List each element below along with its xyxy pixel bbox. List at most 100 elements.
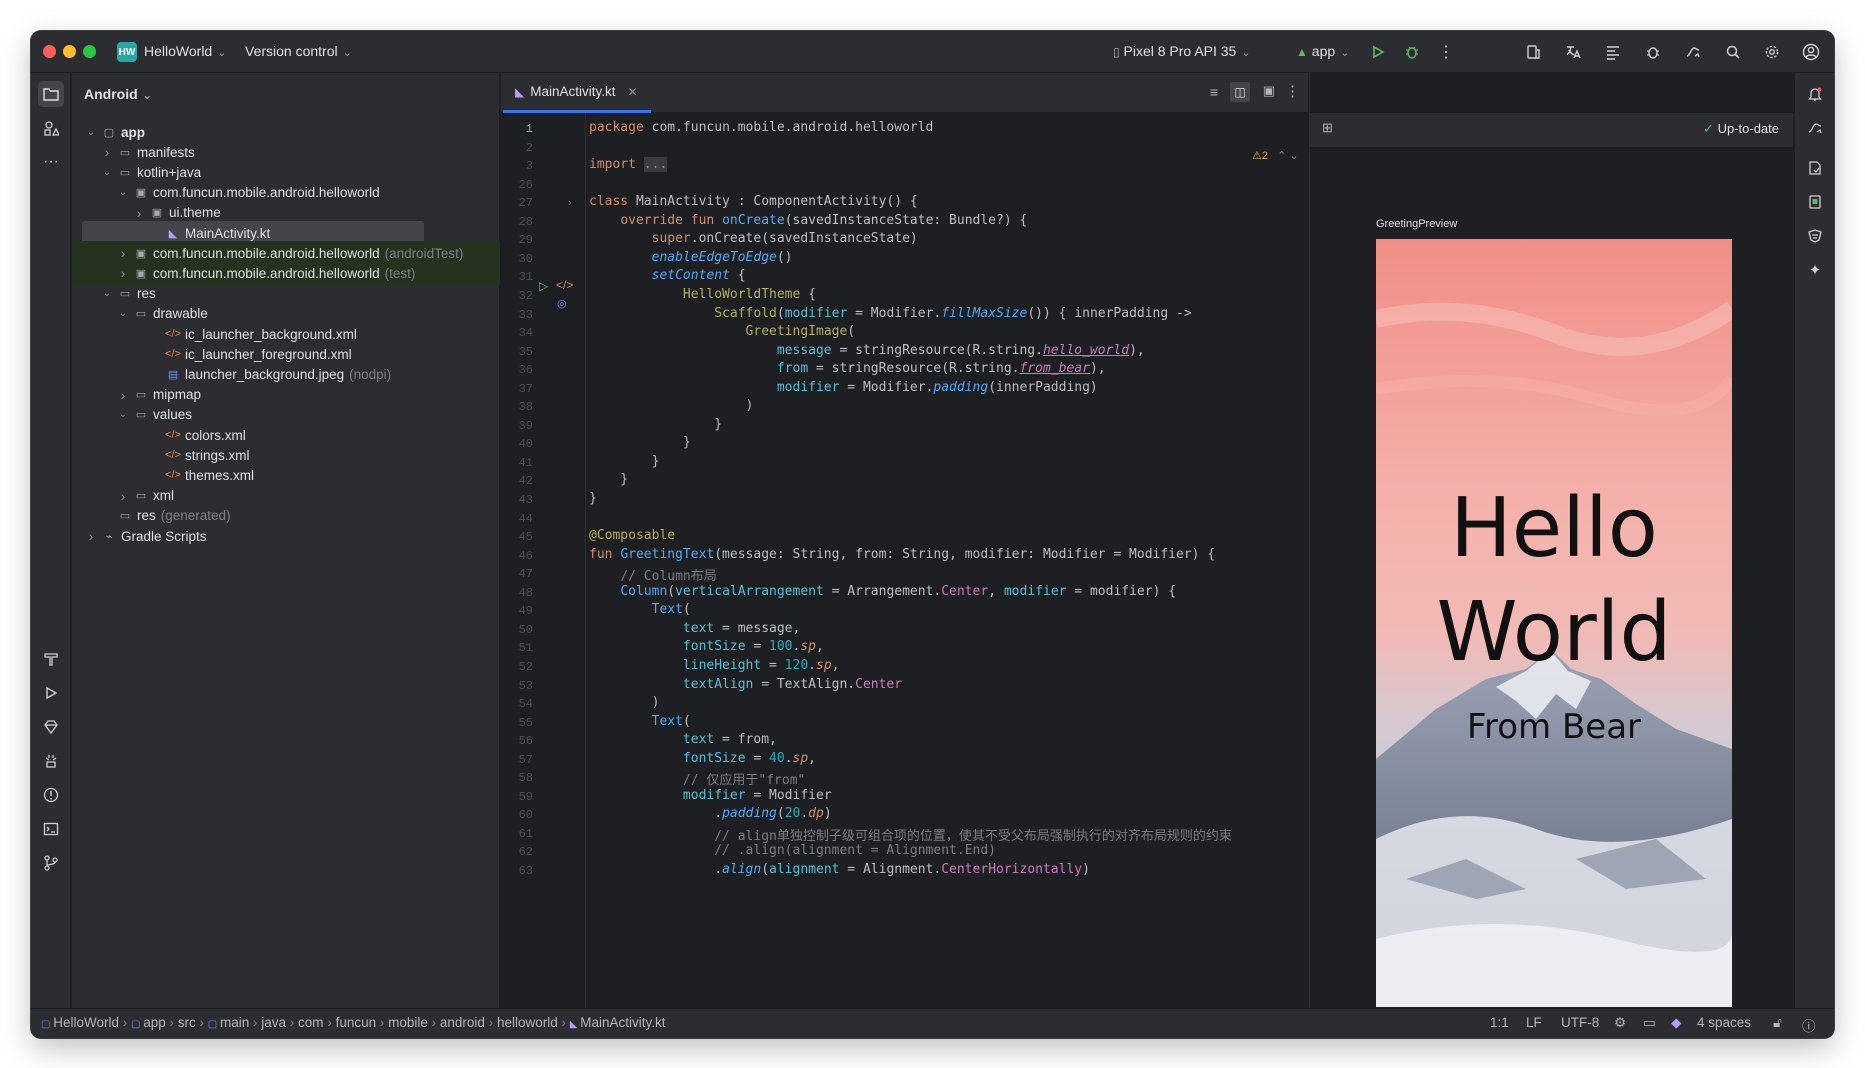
tree-item[interactable]: › ⌁ Gradle Scripts: [72, 524, 500, 548]
terminal-icon[interactable]: [38, 816, 64, 842]
run-gutter-icon[interactable]: ▷: [539, 279, 548, 293]
lock-icon[interactable]: 🔓︎: [1773, 1015, 1782, 1031]
sync-gradle-icon[interactable]: [1682, 41, 1704, 63]
res-folder-icon: ▭: [119, 510, 131, 523]
caret-position[interactable]: 1:1: [1490, 1015, 1509, 1030]
chevron-down-icon[interactable]: ⌄: [84, 127, 98, 138]
kotlin-file-icon: ◣: [515, 84, 525, 99]
close-tab-icon[interactable]: ✕: [628, 85, 638, 99]
preview-status: ✓ Up-to-date: [1703, 121, 1779, 137]
logcat-icon[interactable]: [38, 748, 64, 774]
chevron-right-icon[interactable]: ›: [132, 205, 146, 221]
breadcrumb-item[interactable]: ▢ HelloWorld: [41, 1015, 119, 1030]
vcs-menu[interactable]: Version control ⌄: [245, 43, 352, 59]
memory-indicator-icon[interactable]: ⓘ: [1802, 1015, 1816, 1035]
breadcrumb-item[interactable]: src: [178, 1015, 196, 1030]
design-view-icon[interactable]: ▣: [1263, 83, 1275, 99]
tree-item-label: com.funcun.mobile.android.helloworld: [153, 245, 380, 261]
breadcrumb-item[interactable]: ▢ app: [131, 1015, 166, 1030]
chevron-right-icon[interactable]: ›: [116, 245, 130, 261]
inspection-icon[interactable]: ⚙: [1614, 1015, 1626, 1031]
resource-manager-icon[interactable]: [38, 115, 64, 141]
fold-icon[interactable]: ›: [568, 197, 572, 209]
device-manager-icon[interactable]: [1522, 41, 1544, 63]
comment-icon[interactable]: ▭: [1643, 1015, 1656, 1031]
warning-indicator[interactable]: ⚠2 ⌃ ⌄: [1252, 149, 1299, 162]
breadcrumb-separator: ›: [286, 1015, 299, 1030]
line-number: 31: [518, 270, 533, 285]
preview-screen[interactable]: Hello World From Bear: [1376, 239, 1732, 1007]
split-view-icon[interactable]: ◫: [1230, 82, 1250, 102]
preview-layout-icon[interactable]: ⊞: [1322, 120, 1333, 136]
git-branch-icon[interactable]: [38, 850, 64, 876]
running-devices-icon[interactable]: [1802, 189, 1828, 215]
maximize-window-button[interactable]: [83, 45, 96, 58]
project-switcher[interactable]: HelloWorld ⌄: [144, 43, 226, 59]
breadcrumb-item[interactable]: android: [440, 1015, 485, 1030]
chevron-right-icon[interactable]: ›: [100, 144, 114, 160]
more-horizontal-icon[interactable]: ···: [38, 149, 64, 175]
breadcrumb-item[interactable]: com: [298, 1015, 324, 1030]
gemini-sparkle-icon[interactable]: ✦: [1802, 257, 1828, 283]
code-line: package com.funcun.mobile.android.hellow…: [589, 120, 934, 135]
chevron-down-icon: ⌄: [1241, 47, 1251, 59]
account-icon[interactable]: [1800, 41, 1822, 63]
debug-icon[interactable]: [1401, 41, 1423, 63]
tree-item-label: colors.xml: [185, 427, 246, 443]
search-icon[interactable]: [1722, 41, 1744, 63]
chevron-down-icon[interactable]: ⌄: [116, 409, 130, 420]
settings-gear-icon[interactable]: [1761, 41, 1783, 63]
app-inspection-icon[interactable]: [1642, 41, 1664, 63]
editor-tab-mainactivity[interactable]: ◣ MainActivity.kt ✕: [503, 73, 651, 113]
chevron-down-icon[interactable]: ⌄: [100, 167, 114, 178]
notifications-bell-icon[interactable]: [1802, 81, 1828, 107]
breadcrumb-item[interactable]: helloworld: [497, 1015, 558, 1030]
breadcrumb-item[interactable]: java: [261, 1015, 286, 1030]
run-config-selector[interactable]: ▲ app ⌄: [1296, 43, 1349, 59]
run-panel-icon[interactable]: [38, 680, 64, 706]
problems-icon[interactable]: [38, 782, 64, 808]
chevron-down-icon[interactable]: ⌄: [116, 308, 130, 319]
project-folder-icon[interactable]: [38, 81, 64, 107]
xml-file-icon: </>: [165, 469, 181, 482]
breadcrumb-item[interactable]: ◣ MainActivity.kt: [570, 1015, 666, 1030]
device-selector[interactable]: ▯ Pixel 8 Pro API 35 ⌄: [1113, 43, 1251, 59]
build-variants-icon[interactable]: [1602, 41, 1624, 63]
more-vertical-icon[interactable]: ⋮: [1435, 41, 1457, 63]
chevron-down-icon[interactable]: ⌄: [100, 288, 114, 299]
run-config-label: app: [1311, 43, 1336, 59]
chevron-down-icon[interactable]: ⌄: [116, 187, 130, 198]
chevron-right-icon[interactable]: ›: [116, 488, 130, 504]
line-separator[interactable]: LF: [1526, 1015, 1542, 1030]
gradle-elephant-icon[interactable]: [1802, 115, 1828, 141]
chevron-right-icon[interactable]: ›: [116, 265, 130, 281]
code-area[interactable]: package com.funcun.mobile.android.hellow…: [586, 113, 1396, 1008]
chevron-right-icon[interactable]: ›: [84, 528, 98, 544]
override-gutter-icon[interactable]: ◎: [557, 297, 567, 310]
run-icon[interactable]: [1367, 41, 1389, 63]
title-bar: HW HelloWorld ⌄ Version control ⌄ ▯ Pixel …: [31, 31, 1834, 73]
breadcrumb-item[interactable]: funcun: [336, 1015, 377, 1030]
code-view-icon[interactable]: ≡: [1210, 84, 1218, 100]
breadcrumb-item[interactable]: ▢ main: [208, 1015, 250, 1030]
translate-icon[interactable]: [1562, 41, 1584, 63]
assistant-icon[interactable]: [1802, 223, 1828, 249]
code-line: class MainActivity : ComponentActivity()…: [589, 194, 918, 210]
project-view-selector[interactable]: Android ⌄: [84, 86, 152, 102]
kotlin-plugin-icon[interactable]: ◆: [1671, 1015, 1681, 1031]
file-encoding[interactable]: UTF-8: [1561, 1015, 1599, 1030]
breadcrumb-item[interactable]: mobile: [388, 1015, 428, 1030]
minimize-window-button[interactable]: [63, 45, 76, 58]
tree-item-label: app: [121, 124, 146, 140]
indent-setting[interactable]: 4 spaces: [1697, 1015, 1751, 1030]
breadcrumb-separator: ›: [484, 1015, 497, 1030]
project-badge-icon: HW: [117, 42, 137, 62]
app-quality-gem-icon[interactable]: [38, 714, 64, 740]
device-file-explorer-icon[interactable]: [1802, 155, 1828, 181]
code-line: // Column布局: [620, 569, 717, 585]
line-number: 55: [518, 715, 533, 730]
build-hammer-icon[interactable]: [38, 646, 64, 672]
chevron-right-icon[interactable]: ›: [116, 387, 130, 403]
close-window-button[interactable]: [43, 45, 56, 58]
more-vertical-icon[interactable]: ⋮: [1285, 82, 1300, 100]
